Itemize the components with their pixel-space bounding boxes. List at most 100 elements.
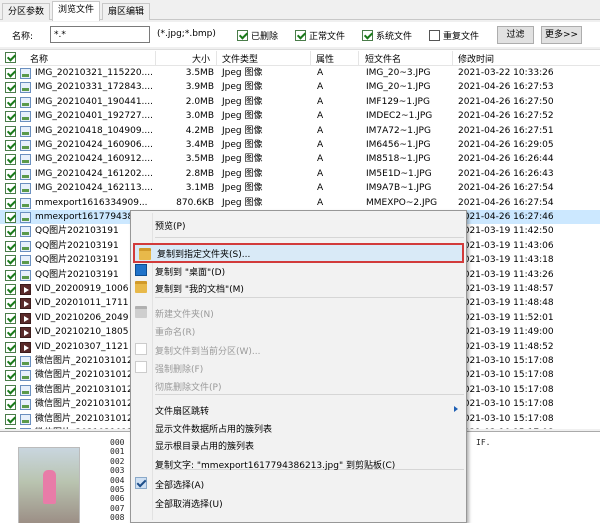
- table-row[interactable]: IMG_20210331_172843.... 3.9MB Jpeg 图像 A IMG_…: [0, 80, 600, 94]
- file-size: 3.4MB: [185, 140, 214, 150]
- row-checkbox[interactable]: [5, 312, 16, 324]
- row-checkbox[interactable]: [5, 168, 16, 180]
- menu-copy-to-desktop[interactable]: 复制到 "桌面"(D): [131, 261, 466, 279]
- select-all-icon: [135, 477, 147, 489]
- file-modified: 2021-03-19 11:49:00: [458, 327, 554, 338]
- table-row[interactable]: IMG_20210401_190441.... 2.0MB Jpeg 图像 A IMF1…: [0, 95, 600, 109]
- menu-wipe-delete[interactable]: 彻底删除文件(P): [131, 376, 466, 394]
- col-modified[interactable]: 修改时间: [458, 52, 494, 65]
- file-attr: A: [317, 96, 324, 107]
- row-checkbox[interactable]: [5, 370, 16, 382]
- menu-select-all[interactable]: 全部选择(A): [131, 474, 466, 492]
- file-attr: A: [317, 154, 324, 165]
- menu-copy-text[interactable]: 复制文字: "mmexport1617794386213.jpg" 到剪贴板(C…: [131, 454, 466, 472]
- row-checkbox[interactable]: [5, 140, 16, 151]
- row-checkbox[interactable]: [5, 384, 16, 396]
- table-row[interactable]: IMG_20210321_115220.... 3.5MB Jpeg 图像 A IMG_…: [0, 66, 600, 80]
- image-thumbnail: [18, 447, 80, 523]
- filter-button[interactable]: 过滤: [497, 26, 534, 44]
- tab-browse-files[interactable]: 浏览文件: [52, 1, 101, 21]
- table-row[interactable]: IMG_20210401_192727.... 3.0MB Jpeg 图像 A IMDE…: [0, 109, 600, 123]
- row-checkbox[interactable]: [5, 82, 16, 94]
- file-type: Jpeg 图像: [222, 140, 263, 150]
- menu-item-label: 重命名(R): [155, 328, 196, 338]
- file-name: IMG_20210401_190441....: [35, 96, 154, 107]
- row-checkbox[interactable]: [5, 428, 16, 429]
- table-row[interactable]: IMG_20210424_162113.... 3.1MB Jpeg 图像 A IM9A…: [0, 181, 600, 195]
- row-checkbox[interactable]: [5, 154, 16, 166]
- menu-show-file-clusters[interactable]: 显示文件数据所占用的簇列表: [131, 418, 466, 436]
- file-type: Jpeg 图像: [222, 96, 263, 107]
- col-size[interactable]: 大小: [192, 52, 210, 65]
- row-checkbox[interactable]: [5, 269, 16, 281]
- file-size: 3.5MB: [185, 154, 214, 165]
- table-row[interactable]: IMG_20210424_160912.... 3.5MB Jpeg 图像 A IM85…: [0, 152, 600, 166]
- menu-sector-jump[interactable]: 文件扇区跳转: [131, 400, 466, 418]
- deleted-checkbox[interactable]: 已删除: [237, 29, 278, 42]
- row-checkbox[interactable]: [5, 341, 16, 353]
- file-name: VID_20200919_1006: [35, 284, 129, 294]
- file-attr: A: [317, 140, 324, 150]
- table-row[interactable]: IMG_20210424_160906.... 3.4MB Jpeg 图像 A IM64…: [0, 138, 600, 152]
- col-attr[interactable]: 属性: [316, 52, 334, 65]
- name-filter-input[interactable]: [50, 26, 150, 43]
- hex-line: 004: [110, 475, 125, 485]
- row-checkbox[interactable]: [5, 96, 16, 108]
- menu-copy-to-documents[interactable]: 复制到 "我的文档"(M): [131, 278, 466, 296]
- row-checkbox[interactable]: [5, 111, 16, 123]
- row-checkbox[interactable]: [5, 183, 16, 195]
- select-all-checkbox[interactable]: [5, 52, 16, 63]
- desktop-icon: [135, 264, 147, 276]
- video-file-icon: [20, 284, 31, 295]
- system-files-checkbox[interactable]: 系统文件: [362, 29, 412, 42]
- row-checkbox[interactable]: [5, 284, 16, 295]
- file-type: Jpeg 图像: [222, 111, 263, 122]
- tab-sector-edit[interactable]: 扇区编辑: [102, 3, 151, 20]
- duplicate-files-checkbox[interactable]: 重复文件: [429, 29, 479, 42]
- file-modified: 2021-03-19 11:48:57: [458, 284, 554, 294]
- col-name[interactable]: 名称: [30, 52, 48, 65]
- file-type: Jpeg 图像: [222, 168, 263, 179]
- image-file-icon: [20, 370, 31, 382]
- menu-show-root-clusters[interactable]: 显示根目录占用的簇列表: [131, 435, 466, 453]
- more-button[interactable]: 更多>>: [541, 26, 582, 44]
- normal-files-checkbox[interactable]: 正常文件: [295, 29, 345, 42]
- row-checkbox[interactable]: [5, 226, 16, 238]
- col-type[interactable]: 文件类型: [222, 52, 258, 65]
- col-short-name[interactable]: 短文件名: [365, 52, 401, 65]
- table-row[interactable]: IMG_20210424_161202.... 2.8MB Jpeg 图像 A IM5E…: [0, 167, 600, 181]
- menu-preview[interactable]: 预览(P): [131, 215, 466, 233]
- file-short-name: MMEXPO~2.JPG: [366, 197, 438, 208]
- column-divider: [310, 51, 311, 65]
- table-row[interactable]: IMG_20210418_104909.... 4.2MB Jpeg 图像 A IM7A…: [0, 124, 600, 138]
- hex-line: 006: [110, 494, 125, 504]
- hex-line: 003: [110, 466, 125, 476]
- row-checkbox[interactable]: [5, 212, 16, 223]
- hex-line: 000: [110, 438, 125, 447]
- file-short-name: IMG_20~3.JPG: [366, 68, 431, 78]
- row-checkbox[interactable]: [5, 125, 16, 137]
- menu-copy-to-folder[interactable]: 复制到指定文件夹(S)...: [133, 243, 464, 263]
- table-row[interactable]: mmexport1616334909... 870.6KB Jpeg 图像 A MMEX…: [0, 196, 600, 210]
- image-file-icon: [20, 240, 31, 252]
- file-short-name: IM7A72~1.JPG: [366, 125, 431, 136]
- menu-deselect-all[interactable]: 全部取消选择(U): [131, 493, 466, 511]
- row-checkbox[interactable]: [5, 413, 16, 425]
- video-file-icon: [20, 341, 31, 353]
- row-checkbox[interactable]: [5, 327, 16, 339]
- row-checkbox[interactable]: [5, 68, 16, 79]
- context-menu: 预览(P) 复制到指定文件夹(S)... 复制到 "桌面"(D) 复制到 "我的文档"…: [130, 210, 467, 523]
- row-checkbox[interactable]: [5, 240, 16, 252]
- menu-force-delete[interactable]: 强制删除(F): [131, 358, 466, 376]
- menu-copy-to-partition[interactable]: 复制文件到当前分区(W)...: [131, 340, 466, 358]
- row-checkbox[interactable]: [5, 399, 16, 411]
- row-checkbox[interactable]: [5, 298, 16, 310]
- menu-new-folder[interactable]: 新建文件夹(N): [131, 303, 466, 321]
- image-file-icon: [20, 168, 31, 180]
- image-file-icon: [20, 255, 31, 267]
- tab-partition-params[interactable]: 分区参数: [2, 3, 51, 20]
- row-checkbox[interactable]: [5, 197, 16, 209]
- menu-rename[interactable]: 重命名(R): [131, 321, 466, 339]
- row-checkbox[interactable]: [5, 356, 16, 367]
- row-checkbox[interactable]: [5, 255, 16, 267]
